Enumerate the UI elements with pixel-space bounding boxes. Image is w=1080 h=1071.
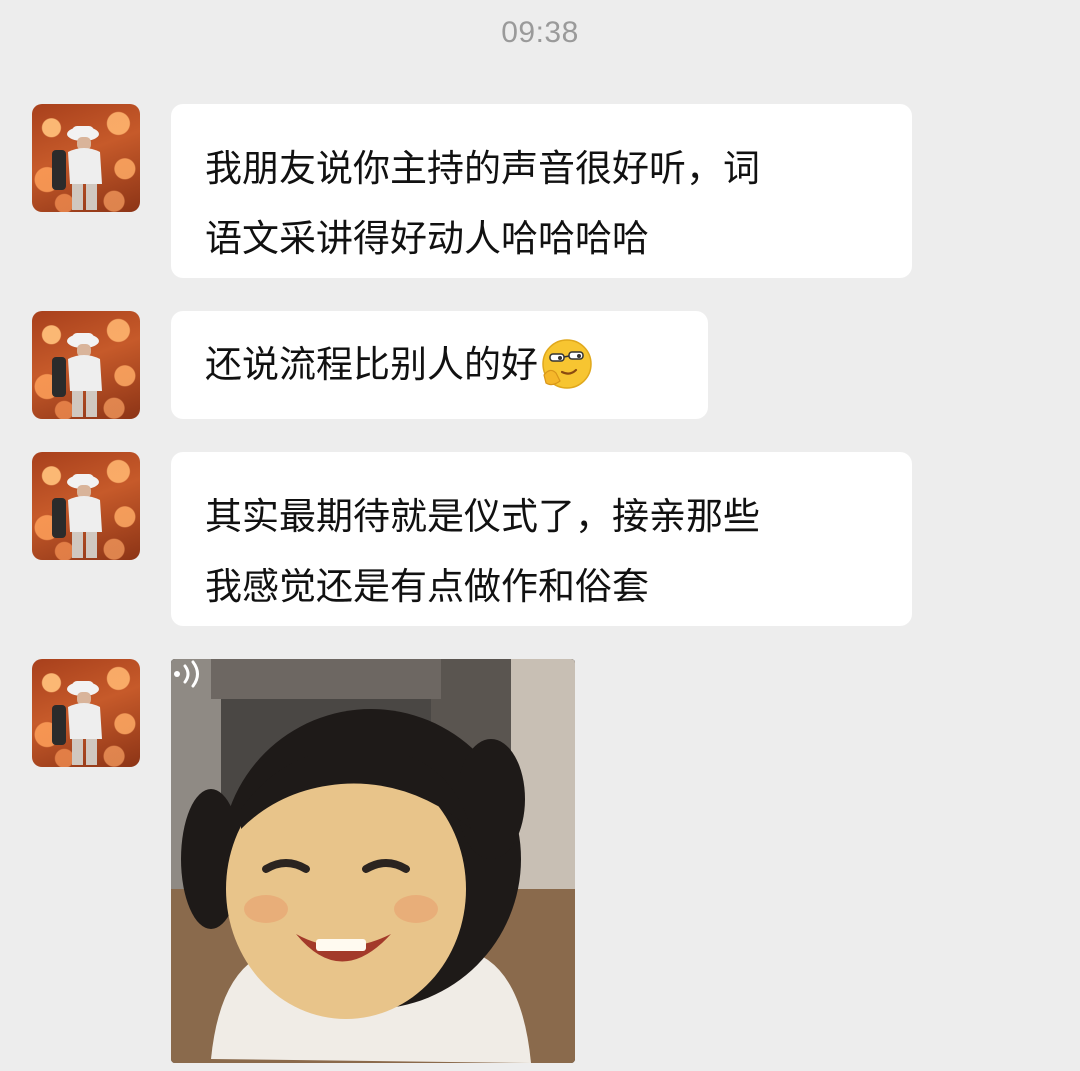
smirk-glasses-emoji [540, 337, 594, 391]
sender-avatar[interactable] [32, 452, 140, 560]
message-text: 还说流程比别人的好 [205, 343, 538, 386]
sender-avatar[interactable] [32, 659, 140, 767]
message-bubble[interactable]: 其实最期待就是仪式了，接亲那些 我感觉还是有点做作和俗套 [171, 452, 912, 626]
message-text: 我朋友说你主持的声音很好听，词 [205, 147, 760, 190]
child-smiling-photo[interactable] [171, 659, 575, 1063]
message-text: 我感觉还是有点做作和俗套 [205, 565, 649, 608]
message-text: 其实最期待就是仪式了，接亲那些 [205, 495, 760, 538]
sender-avatar[interactable] [32, 311, 140, 419]
chat-timestamp: 09:38 [501, 16, 579, 49]
sender-avatar[interactable] [32, 104, 140, 212]
message-bubble[interactable]: 我朋友说你主持的声音很好听，词 语文采讲得好动人哈哈哈哈 [171, 104, 912, 278]
sound-icon[interactable] [171, 659, 207, 689]
message-text: 语文采讲得好动人哈哈哈哈 [205, 217, 649, 260]
message-bubble[interactable]: 还说流程比别人的好 [171, 311, 708, 419]
